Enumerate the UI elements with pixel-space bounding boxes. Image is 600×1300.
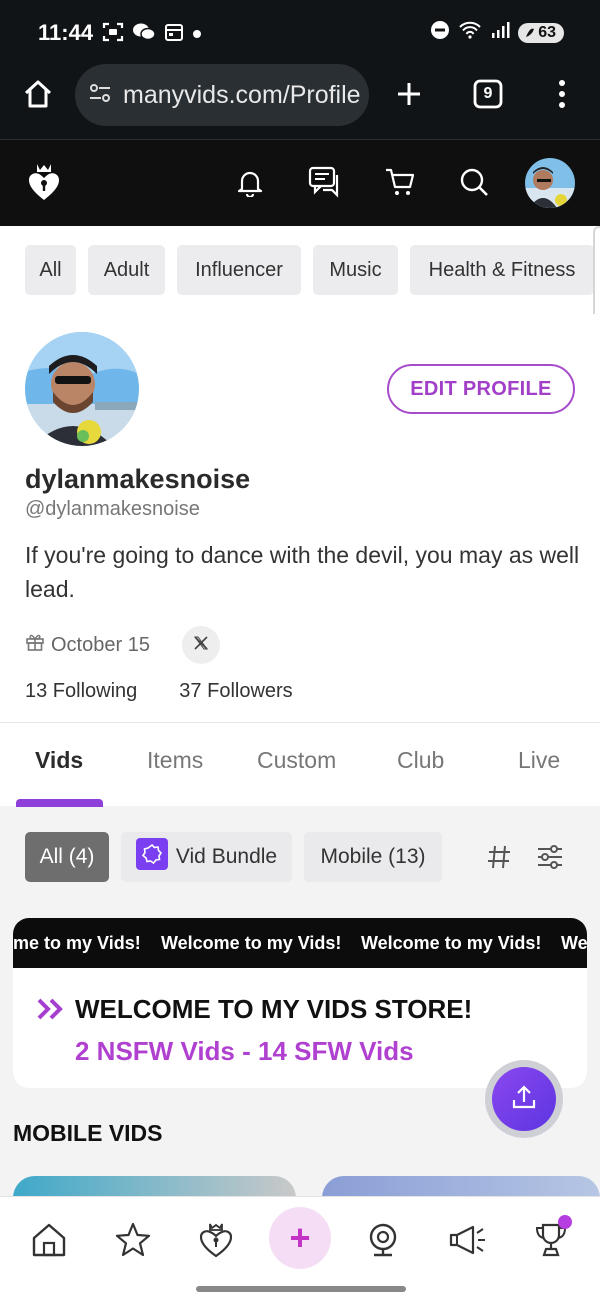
cart-icon[interactable]: [378, 160, 422, 204]
chat-icon[interactable]: [303, 160, 347, 204]
tab-items[interactable]: Items: [147, 747, 203, 774]
calendar-icon: [164, 22, 184, 47]
follow-stats: 13 Following 37 Followers: [25, 680, 293, 703]
category-chip[interactable]: Health & Fitness: [410, 245, 594, 295]
logo-icon[interactable]: [22, 160, 66, 204]
site-header: [0, 140, 600, 226]
category-chip[interactable]: Influencer: [177, 245, 301, 295]
address-bar[interactable]: manyvids.com/Profile: [75, 64, 369, 126]
site-settings-icon[interactable]: [87, 80, 113, 111]
vid-filters: All (4) Vid Bundle Mobile (13): [0, 806, 600, 906]
hashtag-icon[interactable]: [486, 844, 512, 875]
home-icon[interactable]: [20, 76, 56, 112]
category-chips: All Adult Influencer Music Health & Fitn…: [0, 226, 600, 314]
tab-live[interactable]: Live: [518, 747, 560, 774]
status-time: 11:44: [38, 20, 94, 45]
wifi-icon: [458, 20, 482, 45]
birthday-text: October 15: [51, 633, 150, 656]
nav-megaphone-icon[interactable]: [444, 1217, 490, 1263]
battery-icon: 63: [518, 22, 564, 43]
profile-section: EDIT PROFILE dylanmakesnoise @dylanmakes…: [0, 314, 600, 722]
tab-switcher-button[interactable]: 9: [470, 76, 506, 112]
followers-count[interactable]: 37 Followers: [179, 680, 292, 703]
more-menu-icon[interactable]: [544, 76, 580, 112]
user-avatar[interactable]: [525, 158, 575, 208]
welcome-card: me to my Vids! Welcome to my Vids! Welco…: [13, 918, 587, 1088]
tab-vids[interactable]: Vids: [35, 747, 83, 774]
signal-icon: [490, 20, 510, 45]
bottom-nav: +: [0, 1196, 600, 1300]
nav-trophy-icon[interactable]: [528, 1215, 574, 1263]
x-logo-icon: [193, 635, 209, 656]
display-name: dylanmakesnoise: [25, 464, 251, 494]
welcome-subtitle: 2 NSFW Vids - 14 SFW Vids: [75, 1036, 414, 1066]
search-icon[interactable]: [452, 160, 496, 204]
following-count[interactable]: 13 Following: [25, 680, 137, 703]
edit-profile-button[interactable]: EDIT PROFILE: [387, 364, 575, 414]
tab-count: 9: [483, 85, 493, 102]
category-chip[interactable]: Music: [313, 245, 398, 295]
gift-icon: [25, 632, 45, 658]
notification-dot: [558, 1215, 572, 1229]
filter-vid-bundle-label: Vid Bundle: [175, 845, 278, 868]
create-button[interactable]: +: [269, 1207, 331, 1269]
double-chevron-icon: [37, 998, 65, 1025]
birthday-row: October 15: [25, 632, 150, 658]
marquee-text: We: [561, 933, 587, 953]
screenshot-icon: [102, 22, 124, 47]
profile-bio: If you're going to dance with the devil,…: [25, 542, 580, 602]
upload-button[interactable]: [485, 1060, 563, 1138]
welcome-title: WELCOME TO MY VIDS STORE!: [75, 994, 473, 1024]
content-tabs: Vids Items Custom Club Live: [0, 722, 600, 807]
status-bar: 11:44 63: [0, 0, 600, 64]
nav-home-icon[interactable]: [26, 1217, 72, 1263]
dot-icon: [192, 26, 202, 44]
filter-vid-bundle[interactable]: Vid Bundle: [121, 832, 292, 882]
bell-icon[interactable]: [228, 160, 272, 204]
username-handle: @dylanmakesnoise: [25, 498, 200, 520]
welcome-marquee: me to my Vids! Welcome to my Vids! Welco…: [13, 918, 587, 968]
category-chip[interactable]: Adult: [88, 245, 165, 295]
browser-toolbar: manyvids.com/Profile 9: [0, 64, 600, 140]
battery-level: 63: [538, 23, 556, 41]
filter-all[interactable]: All (4): [25, 832, 109, 882]
nav-star-icon[interactable]: [110, 1217, 156, 1263]
new-tab-icon[interactable]: [391, 76, 427, 112]
profile-avatar[interactable]: [25, 332, 139, 446]
x-social-link[interactable]: [182, 626, 220, 664]
url-text: manyvids.com/Profile: [123, 80, 361, 109]
section-title: MOBILE VIDS: [13, 1120, 163, 1146]
marquee-text: Welcome to my Vids!: [161, 933, 342, 953]
tab-custom[interactable]: Custom: [257, 747, 336, 774]
filter-mobile[interactable]: Mobile (13): [304, 832, 442, 882]
upload-icon: [510, 1083, 538, 1116]
gesture-bar[interactable]: [196, 1286, 406, 1292]
bundle-icon: [135, 838, 168, 876]
marquee-text: Welcome to my Vids!: [361, 933, 542, 953]
nav-webcam-icon[interactable]: [360, 1217, 406, 1263]
marquee-text: me to my Vids!: [13, 933, 141, 953]
nav-heart-lock-icon[interactable]: [193, 1217, 239, 1263]
category-chip[interactable]: All: [25, 245, 76, 295]
dnd-icon: [430, 20, 450, 45]
filter-settings-icon[interactable]: [536, 844, 564, 875]
wechat-icon: [132, 22, 156, 47]
tab-club[interactable]: Club: [397, 747, 444, 774]
